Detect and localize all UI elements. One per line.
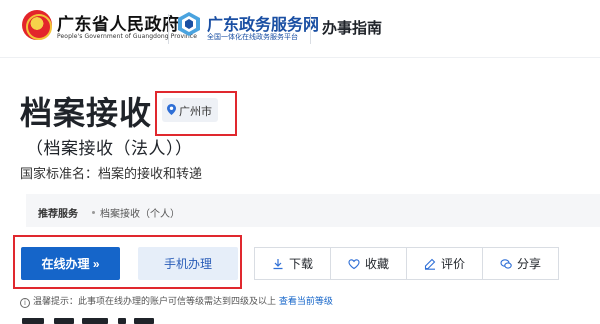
item-subtitle: （档案接收（法人）） — [26, 139, 193, 159]
tip-line: i 温馨提示：此事项在线办理的账户可信等级需达到四级及以上 查看当前等级 — [20, 294, 333, 308]
download-label: 下载 — [288, 257, 313, 271]
share-button[interactable]: 分享 — [482, 247, 559, 280]
guide-title: 办事指南 — [322, 19, 383, 37]
standard-name: 国家标准名：档案的接收和转递 — [20, 167, 203, 182]
header-divider — [168, 14, 169, 44]
share-label: 分享 — [516, 257, 541, 271]
download-icon — [273, 258, 283, 269]
service-logo-icon — [178, 12, 200, 36]
cropped-glyph — [118, 318, 126, 324]
evaluate-button[interactable]: 评价 — [406, 247, 483, 280]
location-label: 广州市 — [179, 105, 212, 118]
chat-share-icon — [500, 258, 512, 269]
mobile-apply-button[interactable]: 手机办理 — [138, 247, 238, 280]
info-icon: i — [20, 298, 30, 308]
edit-icon — [424, 258, 436, 270]
check-level-link[interactable]: 查看当前等级 — [279, 297, 333, 307]
recommend-label: 推荐服务 — [38, 209, 78, 220]
recommend-item-link[interactable]: 档案接收（个人） — [92, 205, 180, 220]
favorite-label: 收藏 — [364, 257, 389, 271]
location-pin-icon — [167, 104, 176, 115]
evaluate-label: 评价 — [440, 257, 465, 271]
header-divider — [310, 14, 311, 44]
location-selector[interactable]: 广州市 — [162, 98, 218, 122]
cropped-glyph — [22, 318, 44, 324]
online-apply-button[interactable]: 在线办理 » — [21, 247, 120, 280]
gov-emblem-icon — [22, 10, 52, 40]
download-button[interactable]: 下载 — [254, 247, 331, 280]
bullet-icon — [92, 210, 95, 214]
page-title: 档案接收 — [20, 94, 153, 132]
recommend-item-text: 档案接收（个人） — [100, 209, 180, 220]
service-subtitle: 全国一体化在线政务服务平台 — [207, 33, 298, 41]
tip-text: 温馨提示：此事项在线办理的账户可信等级需达到四级及以上 — [33, 297, 277, 307]
heart-icon — [348, 258, 360, 269]
cropped-glyph — [82, 318, 108, 324]
cropped-glyph — [54, 318, 74, 324]
gov-name[interactable]: 广东省人民政府 — [57, 10, 180, 35]
favorite-button[interactable]: 收藏 — [330, 247, 407, 280]
cropped-glyph — [134, 318, 154, 324]
site-header: 广东省人民政府 People's Government of Guangdong… — [0, 0, 600, 58]
cropped-next-section — [22, 318, 182, 324]
